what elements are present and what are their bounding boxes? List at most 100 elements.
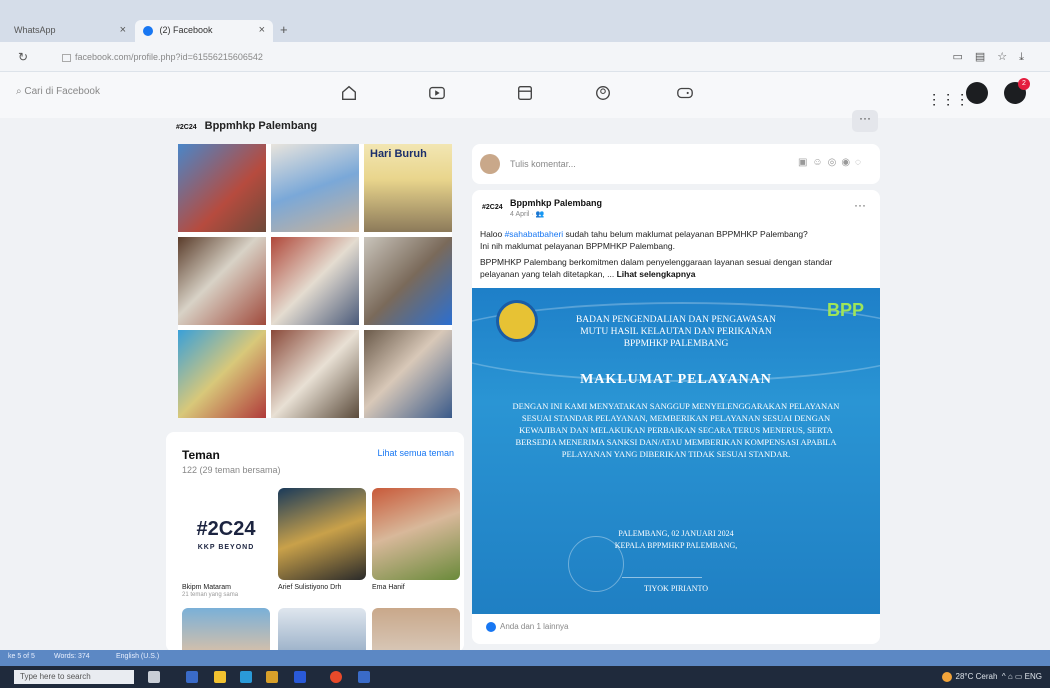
photo-thumb[interactable] — [271, 330, 359, 418]
post-image[interactable]: BPP BADAN PENGENDALIAN DAN PENGAWASAN MU… — [472, 288, 880, 614]
photo-thumb[interactable]: Hari Buruh — [364, 144, 452, 232]
banner-place: PALEMBANG, 02 JANUARI 2024 KEPALA BPPMHK… — [472, 528, 880, 552]
gaming-icon[interactable] — [676, 84, 696, 104]
friend-name[interactable]: Bkipm Mataram — [182, 584, 270, 591]
hashtag-link[interactable]: #sahabatbaheri — [505, 229, 564, 239]
video-icon[interactable] — [428, 84, 448, 104]
task-view-icon[interactable] — [148, 671, 160, 683]
search-placeholder: Cari di Facebook — [24, 86, 100, 97]
friend-item[interactable]: Arief Sulistiyono Drh — [278, 488, 366, 591]
friend-photo[interactable] — [372, 608, 460, 654]
friend-item[interactable]: Ema Hanif — [372, 488, 460, 591]
see-all-friends-link[interactable]: Lihat semua teman — [377, 448, 454, 458]
edge-icon[interactable] — [240, 671, 252, 683]
notification-badge: 2 — [1018, 78, 1030, 90]
photo-thumb[interactable] — [364, 237, 452, 325]
browser-tab-bar: WhatsApp × (2) Facebook × + — [0, 0, 1050, 42]
close-tab-icon[interactable]: × — [120, 24, 126, 36]
friends-card: Teman Lihat semua teman 122 (29 teman be… — [166, 432, 464, 654]
status-strip: ke 5 of 5 Words: 374 English (U.S.) — [0, 650, 1050, 666]
site-info-icon[interactable] — [62, 53, 71, 62]
post-date[interactable]: 4 April · 👥 — [510, 210, 544, 218]
post-text-segment: pelayanan yang telah ditetapkan, ... — [480, 269, 617, 279]
post-text-line: BPPMHKP Palembang berkomitmen dalam peny… — [480, 257, 833, 267]
banner-org: BADAN PENGENDALIAN DAN PENGAWASAN MUTU H… — [472, 314, 880, 350]
photo-thumb[interactable] — [271, 144, 359, 232]
more-options-button[interactable]: ··· — [852, 110, 878, 132]
banner-place-date: PALEMBANG, 02 JANUARI 2024 — [618, 529, 734, 538]
new-tab-button[interactable]: + — [280, 22, 288, 37]
photo-thumb[interactable] — [364, 330, 452, 418]
taskbar-app-icon[interactable] — [186, 671, 198, 683]
taskbar-search-input[interactable]: Type here to search — [14, 670, 134, 684]
url-text: facebook.com/profile.php?id=615562156065… — [75, 52, 263, 62]
friend-name[interactable]: Ema Hanif — [372, 584, 460, 591]
banner-org-line: BADAN PENGENDALIAN DAN PENGAWASAN — [575, 315, 777, 325]
status-words: Words: 374 — [54, 653, 90, 660]
post-text-line: pelayanan yang telah ditetapkan, ... Lih… — [480, 268, 872, 280]
post-text-line: Ini nih maklumat pelayanan BPPMHKP Palem… — [480, 241, 675, 251]
page-name-row[interactable]: #2C24 Bppmhkp Palembang — [176, 120, 317, 132]
messenger-icon[interactable] — [965, 82, 988, 104]
photo-thumb[interactable] — [178, 144, 266, 232]
banner-title: MAKLUMAT PELAYANAN — [580, 372, 772, 387]
banner-org-line: BPPMHKP PALEMBANG — [623, 339, 729, 349]
post-author-logo[interactable]: #2C24 — [482, 204, 503, 211]
marketplace-icon[interactable] — [516, 84, 536, 104]
friends-count: 122 (29 teman bersama) — [182, 465, 281, 475]
windows-taskbar: Type here to search 28°C Cerah ^ ⌂ ▭ ENG — [0, 666, 1050, 688]
browser-toolbar-icons[interactable]: ▭▤☆⤓ — [952, 50, 1036, 64]
reload-icon[interactable]: ↻ — [18, 50, 28, 64]
comment-tools-icons[interactable]: ▣☺◎◉◌ — [798, 157, 866, 168]
avatar[interactable] — [480, 154, 500, 174]
like-icon — [486, 622, 496, 632]
reactions-text: Anda dan 1 lainnya — [500, 622, 569, 632]
tab-whatsapp[interactable]: WhatsApp × — [6, 20, 134, 42]
friend-photo[interactable] — [278, 488, 366, 580]
home-icon[interactable] — [340, 84, 360, 104]
friend-item[interactable]: #2C24 KKP BEYOND Bkipm Mataram 21 teman … — [182, 488, 270, 598]
post-more-icon[interactable]: ··· — [854, 198, 866, 212]
photo-caption: Hari Buruh — [370, 148, 427, 160]
post-card: #2C24 Bppmhkp Palembang 4 April · 👥 ··· … — [472, 190, 880, 644]
menu-grid-icon[interactable]: ⋮⋮⋮ — [927, 88, 969, 110]
status-language: English (U.S.) — [116, 653, 160, 660]
photo-grid: Hari Buruh — [178, 144, 452, 418]
banner-position: KEPALA BPPMHKP PALEMBANG, — [614, 541, 738, 550]
comment-input[interactable]: Tulis komentar... — [510, 159, 576, 169]
comment-box: Tulis komentar... ▣☺◎◉◌ — [472, 144, 880, 184]
post-text-segment: Haloo — [480, 229, 505, 239]
status-page: ke 5 of 5 — [8, 653, 35, 660]
friend-mutual: 21 teman yang sama — [182, 592, 239, 598]
tab-label: (2) Facebook — [159, 25, 213, 35]
system-tray[interactable]: 28°C Cerah ^ ⌂ ▭ ENG — [941, 672, 1042, 682]
search-input[interactable]: ⌕ Cari di Facebook — [16, 86, 100, 97]
facebook-icon — [143, 25, 153, 36]
groups-icon[interactable] — [594, 84, 614, 104]
photo-thumb[interactable] — [178, 330, 266, 418]
friend-photo[interactable] — [278, 608, 366, 654]
tab-facebook[interactable]: (2) Facebook × — [135, 20, 273, 42]
taskbar-app-icon[interactable] — [266, 671, 278, 683]
photo-thumb[interactable] — [271, 237, 359, 325]
url-field[interactable]: facebook.com/profile.php?id=615562156065… — [62, 52, 263, 62]
friend-photo[interactable]: #2C24 KKP BEYOND — [182, 488, 270, 580]
file-explorer-icon[interactable] — [214, 671, 226, 683]
taskbar-app-icon[interactable] — [358, 671, 370, 683]
banner-signer: TIYOK PIRIANTO — [643, 584, 709, 593]
friend-graphic-text: #2C24 — [196, 518, 256, 540]
weather-icon — [941, 672, 952, 682]
page-logo: #2C24 — [176, 124, 197, 131]
photo-thumb[interactable] — [178, 237, 266, 325]
chrome-icon[interactable] — [330, 671, 342, 683]
reactions-summary[interactable]: Anda dan 1 lainnya — [486, 622, 569, 632]
friend-photo[interactable] — [182, 608, 270, 654]
word-icon[interactable] — [294, 671, 306, 683]
friend-photo[interactable] — [372, 488, 460, 580]
weather-text: 28°C Cerah — [955, 672, 998, 682]
friend-name[interactable]: Arief Sulistiyono Drh — [278, 584, 366, 591]
see-more-link[interactable]: Lihat selengkapnya — [617, 269, 696, 279]
notifications-icon[interactable]: 2 — [1004, 78, 1030, 104]
close-tab-icon[interactable]: × — [259, 24, 265, 36]
post-author-name[interactable]: Bppmhkp Palembang — [510, 198, 602, 208]
